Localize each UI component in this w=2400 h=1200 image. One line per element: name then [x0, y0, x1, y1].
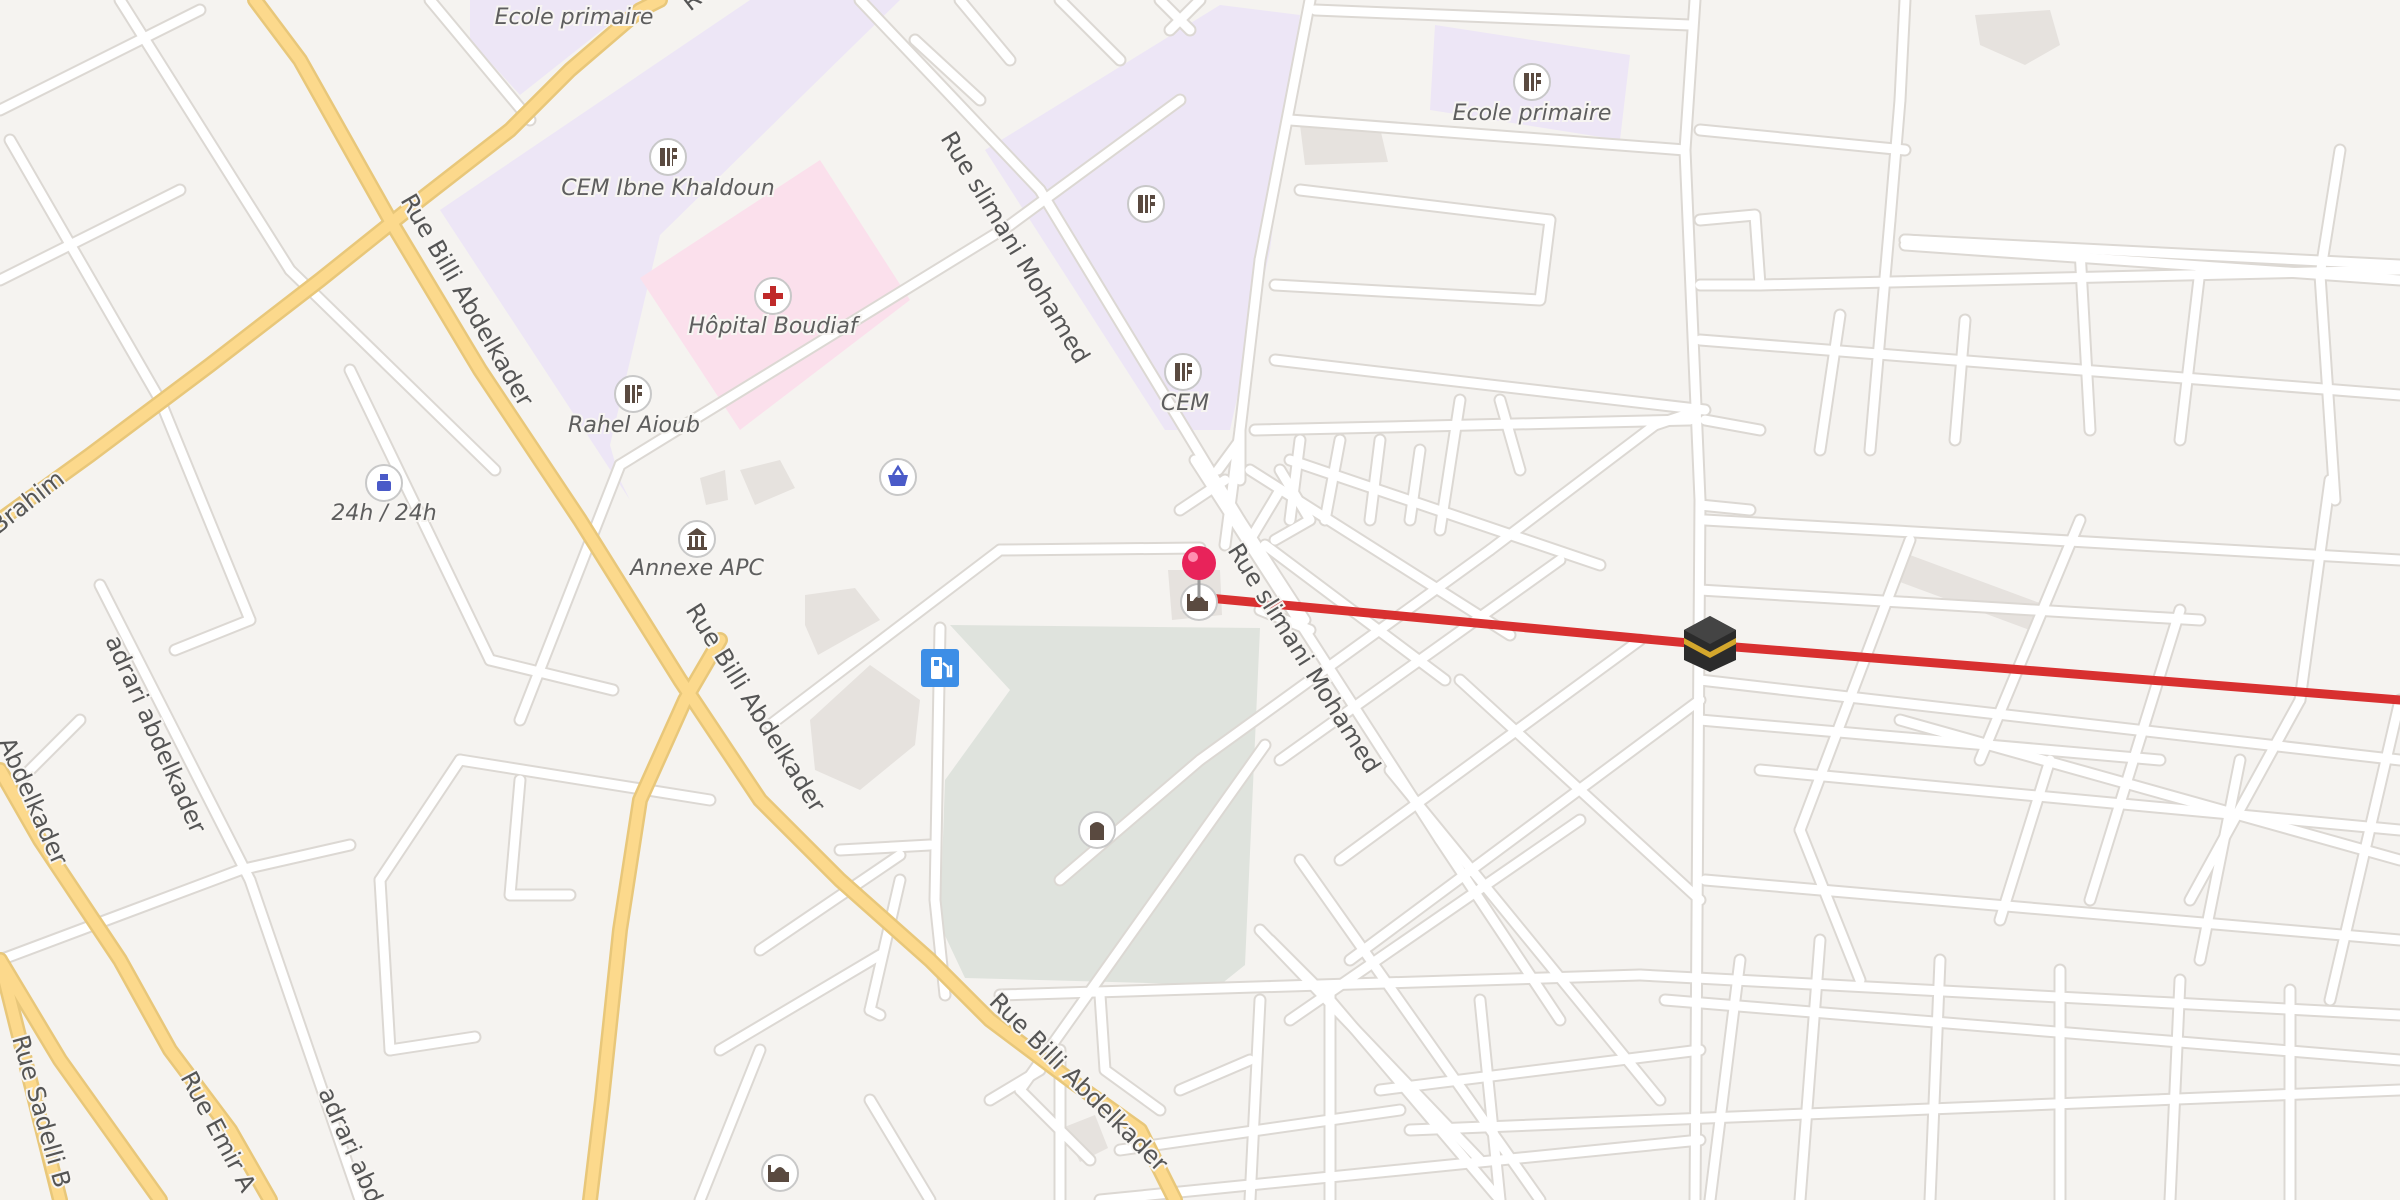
poi-annexe-apc[interactable]: Annexe APC [626, 520, 766, 583]
town-hall-icon [678, 520, 716, 558]
street [170, 615, 255, 655]
street [1695, 125, 1910, 155]
poi-mosque-bottom[interactable] [761, 1154, 799, 1192]
map-canvas[interactable]: Rue Billi Abdelkader Rue Billi Abdelkade… [0, 0, 2400, 1200]
fuel-station-icon [921, 649, 959, 687]
street [0, 5, 205, 115]
street [955, 0, 1015, 65]
street [1695, 335, 2400, 400]
street [2175, 265, 2205, 445]
street [115, 0, 295, 275]
school-icon [1513, 63, 1551, 101]
street [155, 395, 255, 625]
street-casing [1693, 208, 1767, 292]
street [1270, 355, 1710, 415]
street [1250, 415, 1695, 435]
poi-label: Hôpital Boudiaf [688, 314, 860, 339]
cemetery-area [940, 625, 1260, 985]
street [865, 875, 905, 1015]
poi-label: Ecole primaire [495, 5, 654, 30]
street [1435, 835, 1565, 1025]
street [1295, 185, 1555, 225]
kaaba-icon [1684, 616, 1736, 672]
street [235, 840, 355, 875]
poi-ecole-primaire-top[interactable]: Ecole primaire [493, 3, 656, 32]
street [1815, 310, 1845, 455]
street [1495, 395, 1525, 475]
street [1175, 1055, 1255, 1095]
poi-shop[interactable] [879, 458, 917, 496]
street [1895, 0, 1910, 105]
building [1975, 10, 2060, 65]
street [1950, 315, 1970, 445]
street-label-top-edge: Ru [676, 0, 718, 17]
street [1690, 495, 1705, 1200]
shopping-basket-icon [879, 458, 917, 496]
street [1700, 515, 2400, 565]
poi-cemetery[interactable] [1078, 811, 1116, 849]
building [700, 470, 728, 505]
street-label-brahim: Brahim [0, 465, 70, 540]
street [1455, 675, 1705, 905]
street [375, 875, 395, 1055]
poi-label: 24h / 24h [331, 501, 436, 526]
street [385, 1032, 480, 1055]
hospital-icon [754, 277, 792, 315]
street-label-adrari-abdelkader: adrari abdelkader [100, 631, 212, 837]
school-icon [649, 138, 687, 176]
street [1995, 755, 2055, 925]
street [715, 950, 885, 1055]
street [1700, 415, 1765, 435]
building [1900, 555, 2045, 632]
street [2295, 475, 2335, 705]
mosque-icon [761, 1154, 799, 1192]
street [1695, 500, 1755, 515]
school-icon [1127, 185, 1165, 223]
street [1885, 95, 1905, 225]
street [1055, 0, 1125, 65]
street [695, 1045, 765, 1200]
street [1795, 825, 1865, 985]
pharmacy-icon [365, 464, 403, 502]
school-icon [1164, 353, 1202, 391]
building [740, 460, 795, 505]
street [485, 655, 618, 695]
street [455, 755, 715, 805]
poi-label: Annexe APC [628, 556, 764, 581]
pin-icon [1182, 546, 1216, 580]
street [2165, 975, 2185, 1200]
street [865, 1095, 935, 1200]
street [1095, 1135, 1705, 1200]
poi-kaaba[interactable] [1684, 616, 1736, 672]
street [1755, 765, 2400, 835]
street [865, 1005, 885, 1020]
street [1700, 875, 2400, 945]
street [375, 755, 465, 885]
street [505, 775, 575, 900]
poi-pharmacy[interactable]: 24h / 24h [329, 464, 439, 528]
poi-school[interactable] [1127, 185, 1165, 223]
poi-label: Rahel Aioub [568, 413, 700, 438]
street [1865, 215, 1895, 455]
street-label-emir: Rue Emir A [175, 1067, 262, 1197]
street [1705, 955, 1745, 1200]
street [995, 543, 1205, 555]
street-label-adrari-abde: adrari abde [313, 1083, 395, 1200]
poi-fuel-station[interactable] [921, 649, 959, 687]
poi-label: CEM Ibne Khaldoun [561, 176, 774, 201]
poi-label: CEM [1161, 391, 1209, 416]
street [1245, 995, 1265, 1200]
street [1365, 435, 1385, 525]
street [1405, 1085, 2400, 1135]
poi-label: Ecole primaire [1453, 101, 1612, 126]
school-icon [614, 375, 652, 413]
street [835, 840, 935, 855]
cemetery-icon [1078, 811, 1116, 849]
